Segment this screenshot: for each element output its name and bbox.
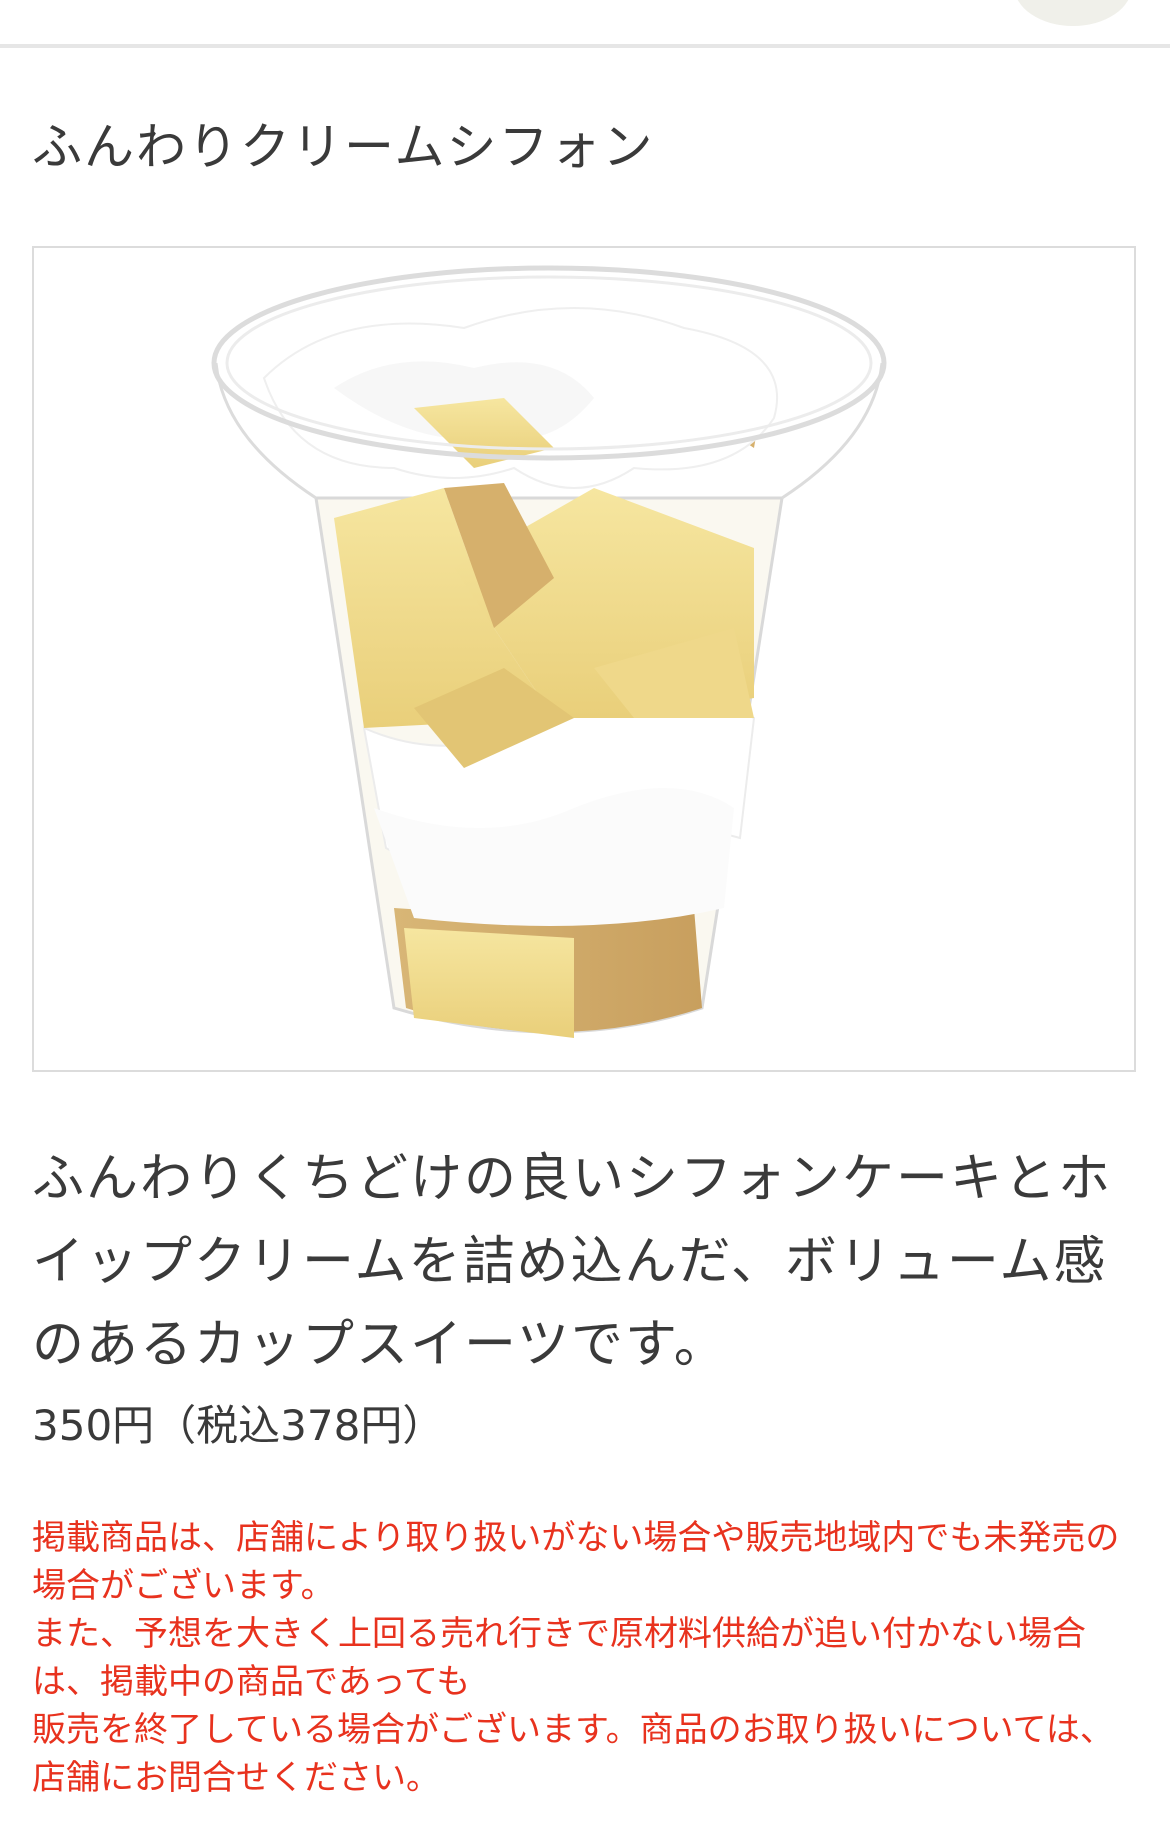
- notice-line-1: 掲載商品は、店舗により取り扱いがない場合や販売地域内でも未発売の場合がございます…: [32, 1518, 1120, 1606]
- product-price: 350円（税込378円）: [32, 1401, 445, 1450]
- header-bar: [0, 0, 1170, 48]
- product-title: ふんわりクリームシフォン: [32, 118, 655, 176]
- product-description: ふんわりくちどけの良いシフォンケーキとホイップクリームを詰め込んだ、ボリューム感…: [32, 1149, 1113, 1375]
- notice-line-3: 販売を終了している場合がございます。商品のお取り扱いについては、店舗にお問合せく…: [32, 1710, 1114, 1798]
- menu-button[interactable]: [1014, 0, 1132, 26]
- notice-line-2: また、予想を大きく上回る売れ行きで原材料供給が追い付かない場合は、掲載中の商品で…: [32, 1614, 1086, 1702]
- product-photo: [211, 265, 887, 1038]
- product-image: [32, 246, 1136, 1072]
- availability-notice: 掲載商品は、店舗により取り扱いがない場合や販売地域内でも未発売の場合がございます…: [32, 1514, 1142, 1802]
